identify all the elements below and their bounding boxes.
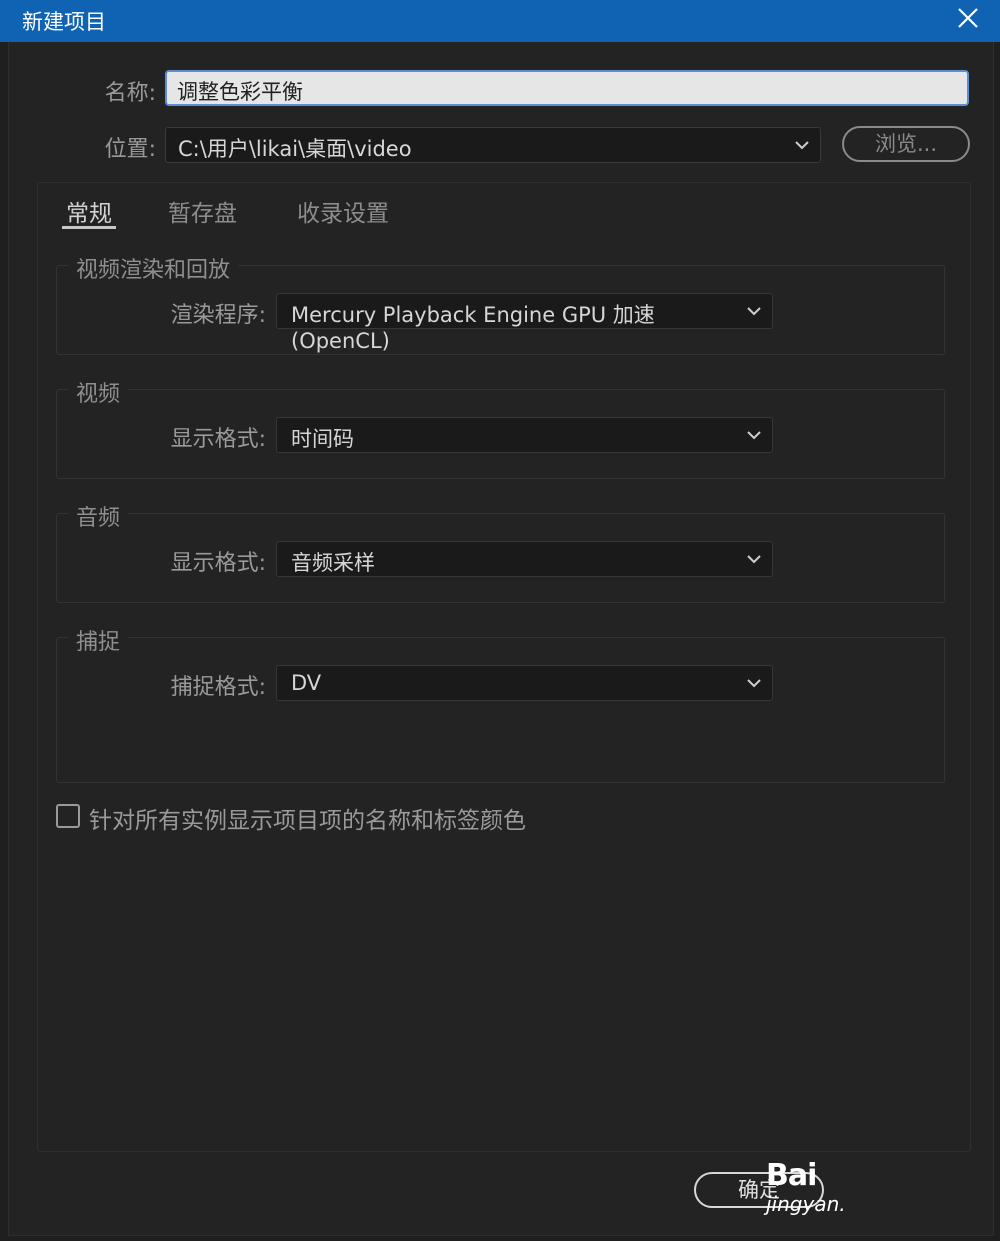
render-group-title: 视频渲染和回放: [68, 252, 239, 284]
audio-group-title: 音频: [68, 500, 129, 532]
location-value: C:\用户\likai\桌面\video: [178, 137, 412, 161]
close-icon[interactable]: [954, 3, 982, 33]
chevron-down-icon: [747, 307, 761, 316]
tab-ingest-settings[interactable]: 收录设置: [297, 194, 389, 228]
chevron-down-icon: [795, 141, 809, 150]
name-label: 名称:: [104, 81, 156, 106]
baidu-jingyan-watermark: Bai jingyan.: [766, 1158, 856, 1222]
active-tab-indicator: [62, 226, 116, 229]
video-display-format-select[interactable]: 时间码: [276, 417, 773, 453]
capture-group: [56, 637, 945, 783]
renderer-label: 渲染程序:: [170, 303, 266, 328]
audio-display-format-select[interactable]: 音频采样: [276, 541, 773, 577]
tab-scratch-disks[interactable]: 暂存盘: [168, 194, 237, 228]
location-label: 位置:: [104, 137, 156, 162]
video-display-format-label: 显示格式:: [170, 427, 266, 452]
video-display-format-value: 时间码: [291, 427, 354, 451]
project-name-input[interactable]: 调整色彩平衡: [165, 70, 969, 106]
chevron-down-icon: [747, 555, 761, 564]
location-select[interactable]: C:\用户\likai\桌面\video: [165, 127, 821, 163]
audio-display-format-value: 音频采样: [291, 551, 375, 575]
tab-general[interactable]: 常规: [66, 194, 112, 228]
audio-display-format-label: 显示格式:: [170, 551, 266, 576]
capture-format-label: 捕捉格式:: [170, 675, 266, 700]
chevron-down-icon: [747, 431, 761, 440]
watermark-text: jingyan.: [766, 1192, 846, 1216]
capture-format-select[interactable]: DV: [276, 665, 773, 701]
watermark-logo: Bai: [766, 1158, 817, 1193]
renderer-select[interactable]: Mercury Playback Engine GPU 加速 (OpenCL): [276, 293, 773, 353]
window-title: 新建项目: [22, 10, 106, 34]
video-group-title: 视频: [68, 376, 129, 408]
show-names-and-label-colors-checkbox[interactable]: [56, 804, 80, 828]
chevron-down-icon: [747, 679, 761, 688]
capture-group-title: 捕捉: [68, 624, 129, 656]
title-bar: 新建项目: [0, 0, 1000, 42]
show-names-and-label-colors-label: 针对所有实例显示项目项的名称和标签颜色: [89, 808, 526, 834]
capture-format-value: DV: [291, 671, 322, 695]
browse-button[interactable]: 浏览...: [842, 126, 970, 162]
